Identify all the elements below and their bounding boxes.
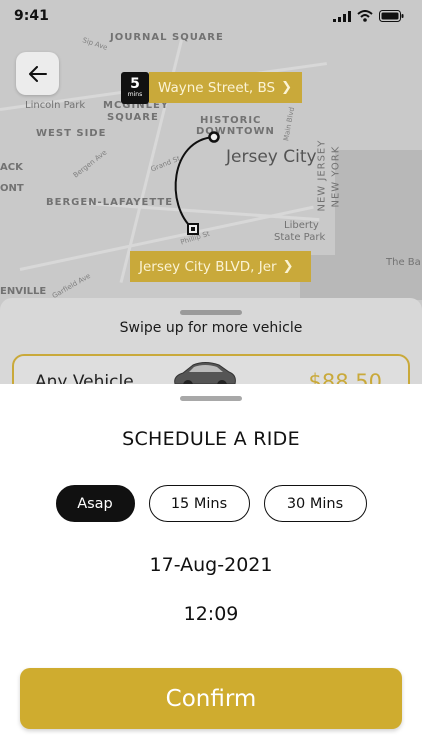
battery-icon [379, 10, 404, 22]
drag-handle[interactable] [180, 310, 242, 315]
option-30-mins[interactable]: 30 Mins [263, 485, 367, 522]
date-picker[interactable]: 17-Aug-2021 [0, 554, 422, 576]
eta-unit: mins [127, 91, 143, 98]
wifi-icon [357, 10, 373, 22]
drop-location-chip[interactable]: Jersey City BLVD, Jer ❯ [130, 251, 311, 282]
arrow-left-icon [28, 65, 47, 82]
time-picker[interactable]: 12:09 [0, 603, 422, 625]
drag-handle[interactable] [180, 396, 242, 401]
option-15-mins[interactable]: 15 Mins [148, 485, 250, 522]
chevron-right-icon: ❯ [281, 80, 293, 95]
eta-badge: 5 mins [121, 72, 149, 104]
status-time: 9:41 [14, 8, 49, 24]
pickup-location-chip[interactable]: Wayne Street, BS ❯ [149, 72, 302, 103]
schedule-options: Asap 15 Mins 30 Mins [0, 485, 422, 522]
confirm-button[interactable]: Confirm [20, 668, 402, 729]
schedule-title: SCHEDULE A RIDE [122, 428, 300, 450]
chevron-right-icon: ❯ [282, 259, 294, 274]
status-icons [333, 10, 404, 22]
pickup-address: Wayne Street, BS [158, 79, 276, 96]
schedule-sheet: SCHEDULE A RIDE Asap 15 Mins 30 Mins 17-… [0, 384, 422, 750]
signal-icon [333, 10, 351, 22]
option-asap[interactable]: Asap [55, 485, 135, 522]
eta-value: 5 [130, 76, 140, 92]
drop-address: Jersey City BLVD, Jer [139, 258, 277, 275]
swipe-hint: Swipe up for more vehicle [119, 320, 303, 336]
status-bar: 9:41 [0, 0, 422, 32]
back-button[interactable] [16, 52, 59, 95]
